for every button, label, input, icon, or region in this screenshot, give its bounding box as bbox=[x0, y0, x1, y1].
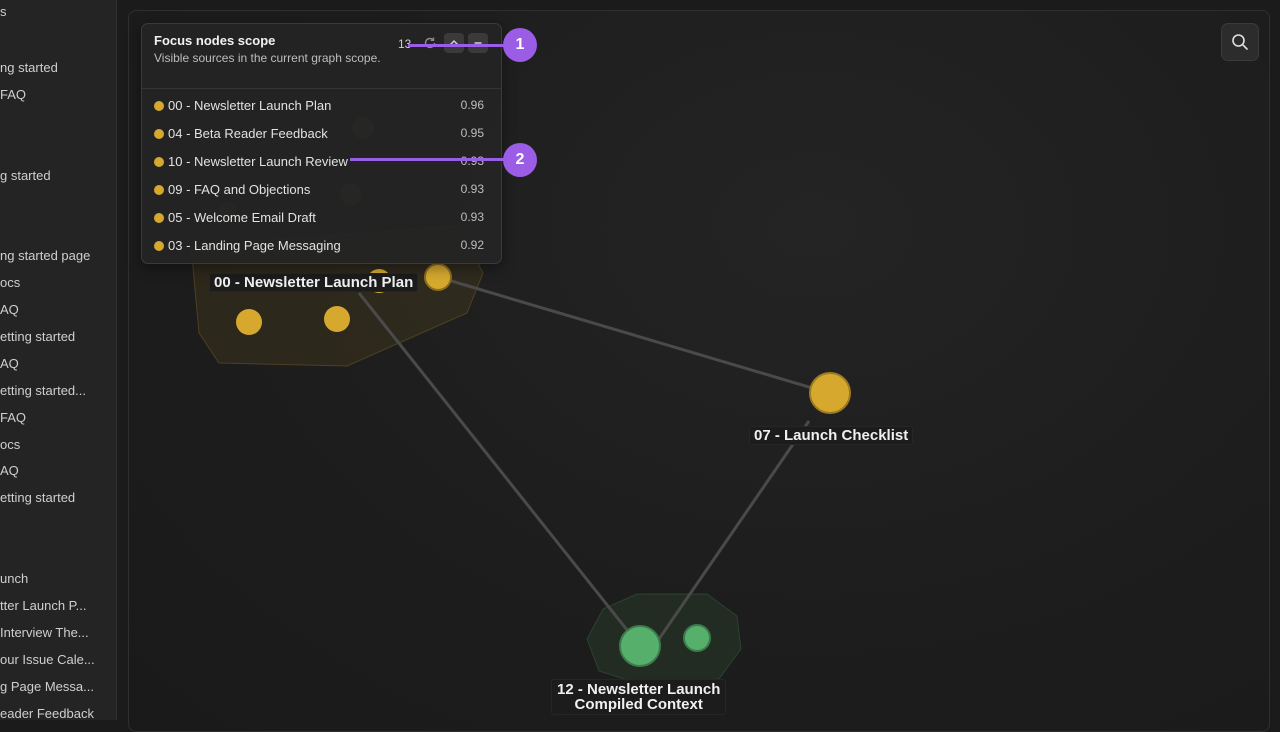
focus-nodes-panel: Focus nodes scope Visible sources in the… bbox=[141, 23, 502, 264]
sidebar-item[interactable]: Interview The... bbox=[0, 625, 116, 640]
sidebar-item[interactable]: etting started bbox=[0, 490, 116, 505]
refresh-button[interactable] bbox=[420, 33, 440, 53]
node-label-plan[interactable]: 00 - Newsletter Launch Plan bbox=[209, 273, 419, 292]
panel-title: Focus nodes scope bbox=[154, 33, 276, 48]
sidebar-item[interactable]: tter Launch P... bbox=[0, 598, 116, 613]
panel-subtitle: Visible sources in the current graph sco… bbox=[154, 51, 381, 65]
callout-line-1 bbox=[408, 44, 508, 47]
graph-node[interactable] bbox=[424, 263, 452, 291]
sidebar-item[interactable]: ocs bbox=[0, 437, 116, 452]
sidebar-item[interactable]: AQ bbox=[0, 302, 116, 317]
sidebar-item[interactable]: etting started bbox=[0, 329, 116, 344]
search-button[interactable] bbox=[1221, 23, 1259, 61]
focus-node-row[interactable]: 09 - FAQ and Objections 0.93 bbox=[154, 180, 484, 200]
chevron-up-icon bbox=[449, 39, 459, 46]
sidebar-item[interactable]: our Issue Cale... bbox=[0, 652, 116, 667]
node-label-compiled-line1: 12 - Newsletter Launch bbox=[557, 681, 721, 698]
node-label-checklist[interactable]: 07 - Launch Checklist bbox=[749, 426, 914, 445]
sidebar-item[interactable]: eader Feedback bbox=[0, 706, 116, 720]
node-label-compiled-line2: Compiled Context bbox=[574, 696, 703, 713]
focus-node-score: 0.92 bbox=[460, 238, 484, 252]
callout-line-2 bbox=[350, 158, 510, 161]
graph-node[interactable] bbox=[324, 306, 350, 332]
sidebar-item[interactable]: etting started... bbox=[0, 383, 116, 398]
focus-node-row[interactable]: 05 - Welcome Email Draft 0.93 bbox=[154, 208, 484, 228]
focus-node-score: 0.95 bbox=[460, 126, 484, 140]
graph-node-compiled[interactable] bbox=[619, 625, 661, 667]
sidebar-item[interactable]: g started bbox=[0, 168, 116, 183]
panel-divider bbox=[142, 88, 501, 89]
sidebar-item[interactable]: ng started bbox=[0, 60, 116, 75]
sidebar: s ng started FAQ g started ng started pa… bbox=[0, 0, 117, 720]
node-dot bbox=[154, 129, 164, 139]
focus-node-name: 09 - FAQ and Objections bbox=[168, 182, 311, 197]
focus-node-row[interactable]: 03 - Landing Page Messaging 0.92 bbox=[154, 236, 484, 256]
sidebar-item[interactable]: AQ bbox=[0, 356, 116, 371]
sidebar-item[interactable]: FAQ bbox=[0, 410, 116, 425]
callout-badge-1: 1 bbox=[503, 28, 537, 62]
node-dot bbox=[154, 185, 164, 195]
node-dot bbox=[154, 157, 164, 167]
edge bbox=[657, 420, 811, 640]
node-dot bbox=[154, 241, 164, 251]
focus-node-score: 0.93 bbox=[460, 182, 484, 196]
focus-node-name: 04 - Beta Reader Feedback bbox=[168, 126, 328, 141]
sidebar-item[interactable]: ocs bbox=[0, 275, 116, 290]
node-label-compiled[interactable]: 12 - Newsletter Launch Compiled Context bbox=[551, 679, 727, 715]
collapse-button[interactable] bbox=[444, 33, 464, 53]
callout-badge-2: 2 bbox=[503, 143, 537, 177]
refresh-icon bbox=[424, 37, 436, 49]
graph-node[interactable] bbox=[683, 624, 711, 652]
edge bbox=[357, 292, 641, 646]
graph-node-checklist[interactable] bbox=[809, 372, 851, 414]
sidebar-item[interactable]: FAQ bbox=[0, 87, 116, 102]
focus-node-name: 10 - Newsletter Launch Review bbox=[168, 154, 348, 169]
focus-node-name: 05 - Welcome Email Draft bbox=[168, 210, 316, 225]
focus-node-row[interactable]: 10 - Newsletter Launch Review 0.93 bbox=[154, 152, 484, 172]
sidebar-item[interactable]: ng started page bbox=[0, 248, 116, 263]
sidebar-item[interactable]: g Page Messa... bbox=[0, 679, 116, 694]
node-dot bbox=[154, 101, 164, 111]
focus-node-score: 0.96 bbox=[460, 98, 484, 112]
focus-node-name: 00 - Newsletter Launch Plan bbox=[168, 98, 332, 113]
focus-node-row[interactable]: 00 - Newsletter Launch Plan 0.96 bbox=[154, 96, 484, 116]
sidebar-item[interactable]: AQ bbox=[0, 463, 116, 478]
graph-node[interactable] bbox=[236, 309, 262, 335]
focus-node-row[interactable]: 04 - Beta Reader Feedback 0.95 bbox=[154, 124, 484, 144]
focus-node-score: 0.93 bbox=[460, 154, 484, 168]
focus-node-score: 0.93 bbox=[460, 210, 484, 224]
focus-node-name: 03 - Landing Page Messaging bbox=[168, 238, 341, 253]
search-icon bbox=[1232, 34, 1248, 50]
sidebar-item[interactable]: s bbox=[0, 4, 116, 19]
minus-icon bbox=[474, 42, 482, 44]
edge bbox=[437, 275, 830, 395]
minimize-button[interactable] bbox=[468, 33, 488, 53]
sidebar-item[interactable]: unch bbox=[0, 571, 116, 586]
node-dot bbox=[154, 213, 164, 223]
